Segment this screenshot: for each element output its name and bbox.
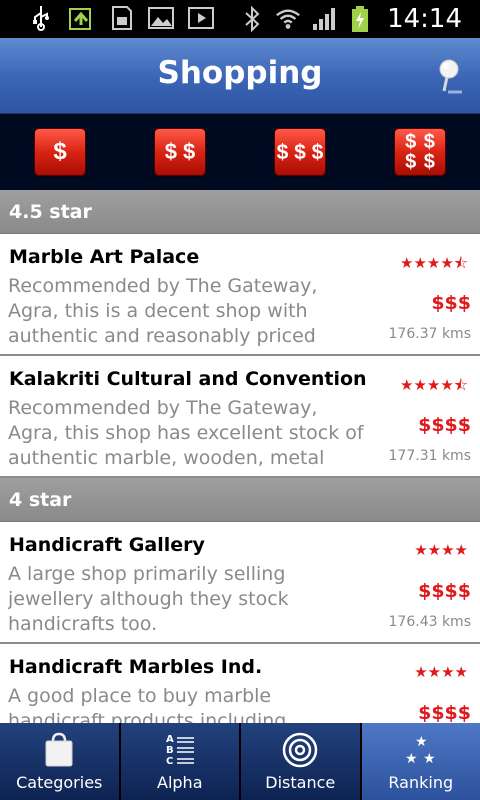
tab-label: Alpha bbox=[157, 773, 203, 792]
list-item[interactable]: Kalakriti Cultural and Convention Recomm… bbox=[0, 356, 480, 478]
tab-label: Categories bbox=[16, 773, 103, 792]
status-bar: 14:14 bbox=[0, 0, 480, 38]
usb-icon bbox=[28, 4, 54, 32]
shop-name: Marble Art Palace bbox=[9, 246, 200, 268]
shop-description: Recommended by The Gateway, Agra, this i… bbox=[8, 275, 318, 347]
rating-stars: ★★★★ bbox=[414, 541, 468, 559]
rating-stars: ★★★★⯪ bbox=[400, 376, 468, 394]
shop-name: Handicraft Marbles Ind. bbox=[9, 656, 263, 678]
tab-distance[interactable]: Distance bbox=[241, 723, 362, 800]
rating-stars: ★★★★ bbox=[414, 663, 468, 681]
alphabet-list-icon: A B C bbox=[160, 732, 200, 768]
section-header: 4 star bbox=[0, 478, 480, 522]
wifi-icon bbox=[275, 5, 301, 33]
svg-text:★: ★ bbox=[405, 751, 418, 767]
tab-categories[interactable]: Categories bbox=[0, 723, 121, 800]
shop-name: Kalakriti Cultural and Convention bbox=[9, 368, 367, 390]
download-complete-icon bbox=[68, 4, 94, 32]
list-item[interactable]: Handicraft Marbles Ind. A good place to … bbox=[0, 644, 480, 723]
svg-text:B: B bbox=[166, 745, 174, 756]
clock: 14:14 bbox=[387, 4, 462, 34]
svg-text:C: C bbox=[166, 756, 173, 767]
target-icon bbox=[280, 732, 320, 768]
price-level: $$$$ bbox=[418, 702, 471, 723]
price-filter-2[interactable]: $ $ bbox=[154, 128, 206, 176]
price-level: $$$ bbox=[431, 292, 471, 314]
distance: 177.31 kms bbox=[388, 448, 471, 464]
tab-alpha[interactable]: A B C Alpha bbox=[120, 723, 241, 800]
svg-text:★: ★ bbox=[423, 751, 436, 767]
rating-stars: ★★★★⯪ bbox=[400, 254, 468, 272]
price-level: $$$$ bbox=[418, 580, 471, 602]
stars-icon: ★ ★ ★ bbox=[401, 732, 441, 768]
distance: 176.43 kms bbox=[388, 614, 471, 630]
sd-card-icon bbox=[108, 4, 134, 32]
tab-label: Distance bbox=[265, 773, 336, 792]
battery-icon bbox=[347, 5, 373, 33]
bottom-tab-bar: Categories A B C Alpha Distance ★ ★ ★ Ra… bbox=[0, 723, 480, 800]
distance: 176.37 kms bbox=[388, 326, 471, 342]
tab-ranking[interactable]: ★ ★ ★ Ranking bbox=[361, 723, 480, 800]
page-title: Shopping bbox=[157, 55, 323, 91]
section-header: 4.5 star bbox=[0, 190, 480, 234]
price-filter-3[interactable]: $ $ $ bbox=[274, 128, 326, 176]
play-store-icon bbox=[188, 4, 214, 32]
svg-text:A: A bbox=[166, 734, 174, 745]
shop-description: A large shop primarily selling jewellery… bbox=[8, 563, 289, 635]
svg-text:★: ★ bbox=[415, 734, 428, 750]
price-filter-4[interactable]: $ $ $ $ bbox=[394, 128, 446, 176]
signal-icon bbox=[311, 5, 337, 33]
bluetooth-icon bbox=[239, 5, 265, 33]
gallery-icon bbox=[148, 4, 174, 32]
tab-label: Ranking bbox=[388, 773, 454, 792]
shop-list: 4.5 star Marble Art Palace Recommended b… bbox=[0, 190, 480, 723]
shop-description: A good place to buy marble handicraft pr… bbox=[8, 685, 287, 723]
shop-name: Handicraft Gallery bbox=[9, 534, 205, 556]
price-filter-1[interactable]: $ bbox=[34, 128, 86, 176]
list-item[interactable]: Handicraft Gallery A large shop primaril… bbox=[0, 522, 480, 644]
shopping-bag-icon bbox=[39, 732, 79, 768]
map-pin-icon[interactable] bbox=[436, 58, 466, 98]
list-item[interactable]: Marble Art Palace Recommended by The Gat… bbox=[0, 234, 480, 356]
title-bar: Shopping bbox=[0, 38, 480, 114]
shop-description: Recommended by The Gateway, Agra, this s… bbox=[8, 397, 364, 469]
price-level: $$$$ bbox=[418, 414, 471, 436]
price-filter-bar: $ $ $ $ $ $ $ $ $ $ bbox=[0, 114, 480, 190]
